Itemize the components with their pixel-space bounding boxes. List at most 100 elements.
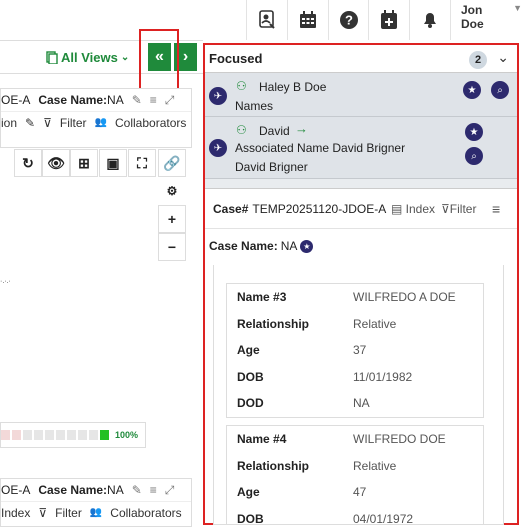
case-id: OE-A: [1, 483, 31, 497]
menu-icon[interactable]: ≡: [492, 201, 500, 217]
calendar-icon[interactable]: [287, 0, 327, 40]
save-icon: ▣: [106, 154, 120, 171]
expand-icon[interactable]: ⤢: [165, 93, 175, 108]
case-name-label: Case Name:: [38, 93, 108, 107]
case-card-tools: ion ✎ ⊽ Filter 👥 Collaborators: [1, 111, 191, 133]
pin-icon[interactable]: ✈: [209, 139, 227, 157]
all-views-label: All Views: [61, 50, 118, 65]
search-icon[interactable]: ⌕: [491, 81, 509, 99]
field-label: DOD: [237, 396, 264, 411]
fullscreen-button[interactable]: ⛶: [128, 149, 156, 177]
zoom-out-button[interactable]: −: [158, 233, 186, 261]
bell-icon[interactable]: [409, 0, 449, 40]
filter-button[interactable]: Filter: [55, 506, 82, 520]
svg-text:?: ?: [345, 13, 353, 28]
gear-icon: ⚙: [166, 184, 178, 198]
field-value: 04/01/1972: [353, 511, 414, 525]
field-value: 47: [353, 485, 367, 500]
edit-icon[interactable]: ✎: [132, 483, 142, 497]
star-icon[interactable]: ★: [465, 123, 483, 141]
field-label: Relationship: [237, 316, 310, 331]
save-button[interactable]: ▣: [99, 149, 127, 177]
progress-label: 100%: [115, 430, 139, 440]
field-value: 11/01/1982: [353, 369, 413, 384]
help-icon[interactable]: ?: [328, 0, 368, 40]
index-label: Index: [405, 201, 436, 216]
case-name-label: Case Name:: [38, 483, 108, 497]
focused-header: Focused 2 ⌄: [205, 45, 517, 73]
case-name-value: NA: [280, 239, 298, 253]
case-name-row: Case Name: NA ★: [205, 229, 517, 263]
case-name-value: NA: [107, 483, 124, 497]
index-button[interactable]: ▤ Index: [391, 202, 435, 216]
pencil-icon[interactable]: ✎: [25, 116, 35, 130]
focused-person-item[interactable]: ✈ ⚇ David → Associated Name David Brigne…: [205, 117, 517, 179]
record-row: Name #4 WILFREDO DOE: [227, 426, 483, 453]
details-list: Name #3 WILFREDO A DOE Relationship Relati…: [213, 265, 504, 525]
filter-icon[interactable]: ⊽: [38, 506, 47, 520]
case-name-label: Case Name:: [209, 239, 278, 253]
user-menu[interactable]: Jon Doe ▼: [450, 0, 522, 40]
refresh-button[interactable]: ↻: [14, 149, 42, 177]
case-header: Case# TEMP20251120-JDOE-A ▤ Index ⊽Filte…: [205, 189, 517, 229]
arrow-right-icon: →: [295, 121, 308, 136]
field-label: Name #3: [237, 290, 287, 305]
person-name: David: [259, 124, 290, 138]
star-icon[interactable]: ★: [300, 239, 314, 253]
collaborators-button[interactable]: Collaborators: [115, 116, 186, 130]
filter-button[interactable]: ⊽Filter: [441, 202, 476, 216]
top-bar: ? Jon Doe ▼: [0, 0, 522, 40]
field-label: Name #4: [237, 432, 287, 447]
filter-label: Filter: [449, 201, 477, 216]
record-card: Name #3 WILFREDO A DOE Relationship Relati…: [226, 283, 484, 418]
focused-person-item[interactable]: ✈ ⚇ Haley B Doe Names ★ ⌕: [205, 73, 517, 117]
view-button[interactable]: 👁: [42, 149, 70, 177]
zoom-in-button[interactable]: +: [158, 205, 186, 233]
filter-icon[interactable]: ⊽: [43, 116, 52, 130]
person-subtitle: Names: [235, 99, 274, 113]
progress-bar: 100%: [0, 422, 146, 448]
collaborators-button[interactable]: Collaborators: [110, 506, 181, 520]
settings-button[interactable]: ⚙: [158, 177, 186, 205]
calendar-plus-icon[interactable]: [368, 0, 408, 40]
chevron-down-icon: ▼: [513, 3, 522, 13]
field-value: Relative: [353, 458, 397, 473]
record-row: DOD NA: [227, 390, 483, 417]
filter-button[interactable]: Filter: [60, 116, 87, 130]
field-value: NA: [353, 396, 370, 411]
field-value: 37: [353, 343, 367, 358]
focused-count-badge: 2: [469, 51, 487, 69]
field-label: Age: [237, 485, 260, 500]
id-card-icon[interactable]: [246, 0, 286, 40]
case-card-1: OE-A Case Name: NA ✎ ≡ ⤢ ion ✎ ⊽ Filter …: [0, 88, 192, 148]
refresh-icon: ↻: [22, 154, 34, 171]
menu-icon[interactable]: ≡: [150, 483, 157, 497]
index-button[interactable]: Index: [1, 506, 30, 520]
resize-handle[interactable]: [205, 179, 517, 189]
pin-icon[interactable]: ✈: [209, 87, 227, 105]
star-icon[interactable]: ★: [463, 81, 481, 99]
eye-icon: 👁: [47, 154, 65, 171]
search-icon[interactable]: ⌕: [465, 147, 483, 165]
chevron-right-icon: ›: [182, 48, 189, 65]
chevron-down-icon: ⌄: [120, 52, 130, 63]
chevron-down-icon[interactable]: ⌄: [497, 49, 509, 66]
person-subtitle: David Brigner: [235, 160, 308, 174]
all-views-dropdown[interactable]: All Views ⌄: [46, 50, 129, 65]
link-button[interactable]: 🔗: [158, 149, 186, 177]
record-row: DOB 04/01/1972: [227, 506, 483, 525]
menu-icon[interactable]: ≡: [150, 93, 157, 107]
record-row: Relationship Relative: [227, 311, 483, 338]
field-label: DOB: [237, 511, 264, 525]
user-name: Jon Doe: [461, 3, 484, 31]
expand-icon[interactable]: ⤢: [165, 483, 175, 498]
fullscreen-icon: ⛶: [137, 154, 147, 171]
field-label: DOB: [237, 369, 264, 384]
tool-option[interactable]: ion: [1, 116, 17, 130]
edit-icon[interactable]: ✎: [132, 93, 142, 107]
hierarchy-button[interactable]: ⊞: [70, 149, 98, 177]
graph-node-fragment[interactable]: ·.·.·: [0, 278, 11, 285]
case-card-2: OE-A Case Name: NA ✎ ≡ ⤢ Index ⊽ Filter …: [0, 478, 192, 527]
case-label: Case#: [213, 201, 249, 216]
case-id: OE-A: [1, 93, 31, 107]
